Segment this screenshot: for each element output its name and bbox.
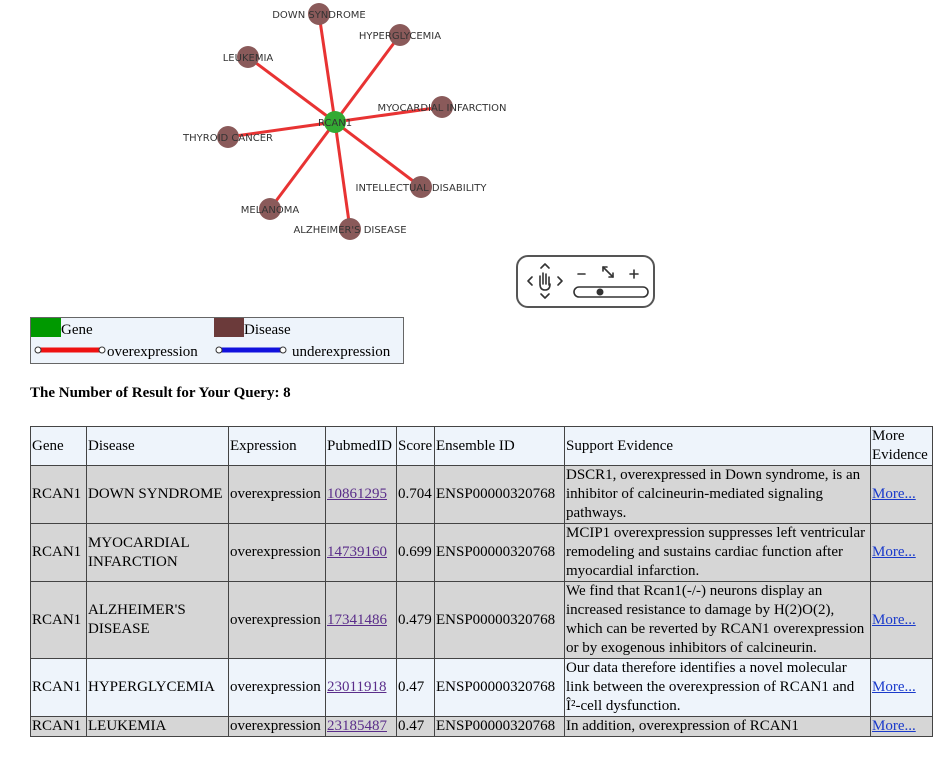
more-evidence-link[interactable]: More... xyxy=(872,544,916,560)
pan-down-icon[interactable] xyxy=(540,293,550,299)
cell-disease: ALZHEIMER'S DISEASE xyxy=(86,581,229,659)
cell-ensembl: ENSP00000320768 xyxy=(434,716,565,737)
pubmed-link[interactable]: 17341486 xyxy=(327,612,387,628)
pan-up-icon[interactable] xyxy=(540,263,550,269)
underexpression-legend-label: underexpression xyxy=(292,344,391,360)
header-disease: Disease xyxy=(86,426,229,466)
disease-node-label: THYROID CANCER xyxy=(182,133,273,144)
more-evidence-link[interactable]: More... xyxy=(872,718,916,734)
disease-node-label: HYPERGLYCEMIA xyxy=(359,31,441,42)
pan-right-icon[interactable] xyxy=(557,276,563,286)
header-gene: Gene xyxy=(30,426,87,466)
cell-gene: RCAN1 xyxy=(30,523,87,582)
zoom-slider-handle[interactable] xyxy=(596,288,604,296)
gene-color-swatch xyxy=(31,318,61,337)
pubmed-link[interactable]: 23011918 xyxy=(327,679,386,695)
cell-score: 0.479 xyxy=(396,581,435,659)
fit-view-icon[interactable] xyxy=(602,266,614,278)
cell-ensembl: ENSP00000320768 xyxy=(434,658,565,717)
cell-evidence: Our data therefore identifies a novel mo… xyxy=(564,658,871,717)
hand-pan-icon[interactable] xyxy=(539,272,551,291)
cell-expression: overexpression xyxy=(228,465,326,524)
network-nodes[interactable]: DOWN SYNDROME HYPERGLYCEMIA LEUKEMIA MYOCAR… xyxy=(182,3,507,240)
pubmed-link[interactable]: 23185487 xyxy=(327,718,387,734)
cell-expression: overexpression xyxy=(228,523,326,582)
cell-score: 0.699 xyxy=(396,523,435,582)
cell-ensembl: ENSP00000320768 xyxy=(434,465,565,524)
cell-evidence: MCIP1 overexpression suppresses left ven… xyxy=(564,523,871,582)
cell-gene: RCAN1 xyxy=(30,465,87,524)
disease-node-label: MELANOMA xyxy=(241,205,300,216)
cell-score: 0.704 xyxy=(396,465,435,524)
header-score: Score xyxy=(396,426,435,466)
network-edge xyxy=(334,120,422,189)
cell-score: 0.47 xyxy=(396,658,435,717)
cell-disease: DOWN SYNDROME xyxy=(86,465,229,524)
zoom-in-icon[interactable] xyxy=(629,269,639,279)
table-row: RCAN1 DOWN SYNDROME overexpression 10861… xyxy=(30,465,933,524)
navigation-controls xyxy=(527,263,649,299)
cell-disease: HYPERGLYCEMIA xyxy=(86,658,229,717)
table-row: RCAN1 LEUKEMIA overexpression 23185487 0… xyxy=(30,716,933,737)
zoom-slider-track[interactable] xyxy=(573,286,649,298)
header-expression: Expression xyxy=(228,426,326,466)
disease-node-label: ALZHEIMER'S DISEASE xyxy=(293,225,406,236)
underexpression-edge-swatch xyxy=(215,346,287,354)
more-evidence-link[interactable]: More... xyxy=(872,679,916,695)
cell-evidence: DSCR1, overexpressed in Down syndrome, i… xyxy=(564,465,871,524)
overexpression-legend-label: overexpression xyxy=(107,344,198,360)
network-edge xyxy=(268,121,337,210)
graph-navigation-panel[interactable] xyxy=(516,255,655,308)
cell-score: 0.47 xyxy=(396,716,435,737)
header-ensembl: Ensemble ID xyxy=(434,426,565,466)
cell-ensembl: ENSP00000320768 xyxy=(434,523,565,582)
gene-node-label: RCAN1 xyxy=(318,118,352,129)
cell-disease: LEUKEMIA xyxy=(86,716,229,737)
cell-expression: overexpression xyxy=(228,581,326,659)
table-row: RCAN1 MYOCARDIAL INFARCTION overexpressi… xyxy=(30,523,933,582)
cell-expression: overexpression xyxy=(228,658,326,717)
cell-evidence: In addition, overexpression of RCAN1 xyxy=(564,716,871,737)
cell-gene: RCAN1 xyxy=(30,581,87,659)
disease-color-swatch xyxy=(214,318,244,337)
cell-gene: RCAN1 xyxy=(30,658,87,717)
disease-node-label: DOWN SYNDROME xyxy=(272,10,366,21)
table-header-row: Gene Disease Expression PubmedID Score E… xyxy=(30,426,933,466)
result-count-title: The Number of Result for Your Query: 8 xyxy=(30,385,291,401)
disease-node-label: INTELLECTUAL DISABILITY xyxy=(356,183,488,194)
network-edge xyxy=(317,13,337,123)
network-graph[interactable]: DOWN SYNDROME HYPERGLYCEMIA LEUKEMIA MYOCAR… xyxy=(0,0,948,250)
graph-legend: Gene Disease overexpression underexpress… xyxy=(30,317,404,364)
gene-legend-label: Gene xyxy=(61,322,93,338)
cell-evidence: We find that Rcan1(-/-) neurons display … xyxy=(564,581,871,659)
more-evidence-link[interactable]: More... xyxy=(872,612,916,628)
cell-disease: MYOCARDIAL INFARCTION xyxy=(86,523,229,582)
header-evidence: Support Evidence xyxy=(564,426,871,466)
cell-expression: overexpression xyxy=(228,716,326,737)
results-table: Gene Disease Expression PubmedID Score E… xyxy=(30,426,933,737)
disease-node-label: MYOCARDIAL INFARCTION xyxy=(377,103,506,114)
network-edge xyxy=(247,55,336,124)
pubmed-link[interactable]: 14739160 xyxy=(327,544,387,560)
overexpression-edge-swatch xyxy=(34,346,106,354)
header-pubmed: PubmedID xyxy=(325,426,397,466)
table-row: RCAN1 ALZHEIMER'S DISEASE overexpression… xyxy=(30,581,933,659)
disease-node-label: LEUKEMIA xyxy=(223,53,274,64)
more-evidence-link[interactable]: More... xyxy=(872,486,916,502)
cell-gene: RCAN1 xyxy=(30,716,87,737)
table-row: RCAN1 HYPERGLYCEMIA overexpression 23011… xyxy=(30,658,933,717)
disease-legend-label: Disease xyxy=(244,322,291,338)
cell-ensembl: ENSP00000320768 xyxy=(434,581,565,659)
network-edge xyxy=(333,121,352,230)
header-more: More Evidence xyxy=(870,426,933,466)
pan-left-icon[interactable] xyxy=(527,276,533,286)
pubmed-link[interactable]: 10861295 xyxy=(327,486,387,502)
